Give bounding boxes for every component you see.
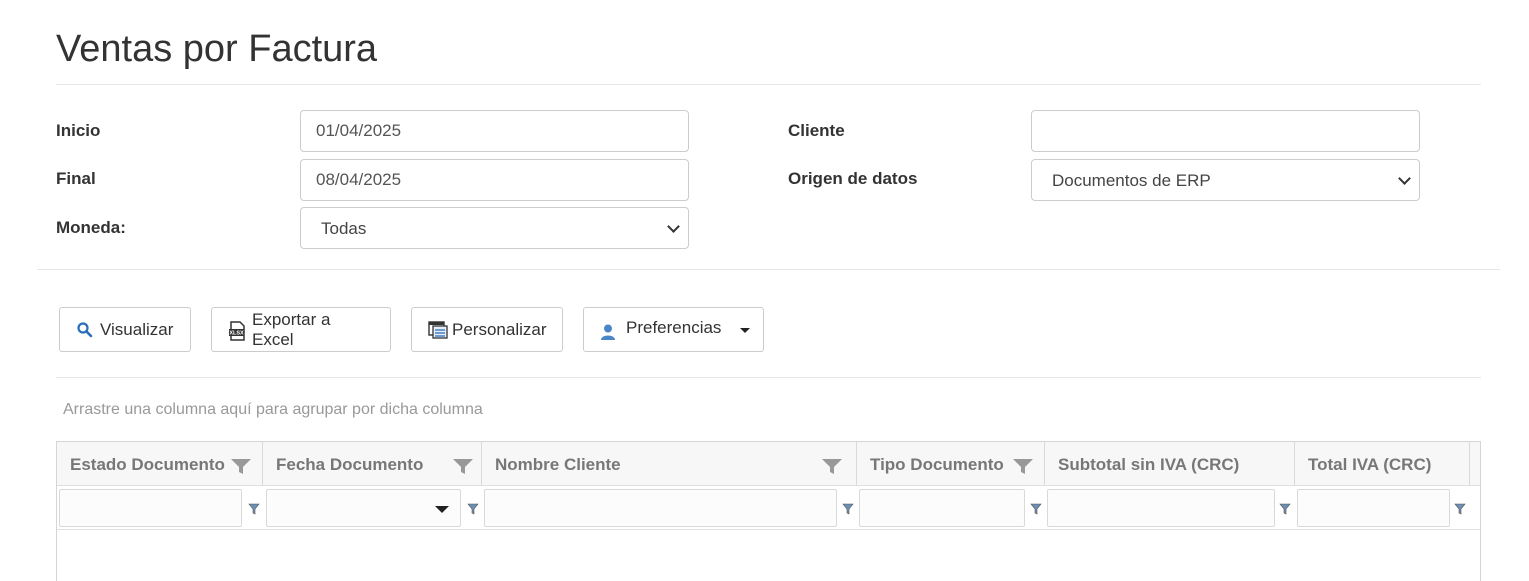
column-header-tipo-documento[interactable]: Tipo Documento — [857, 442, 1045, 486]
column-header-label: Fecha Documento — [276, 455, 424, 474]
inicio-date-input[interactable] — [300, 110, 689, 152]
chevron-down-icon — [667, 220, 680, 233]
title-divider — [56, 84, 1481, 85]
toolbar-divider — [56, 377, 1481, 378]
filter-input-nombre-cliente[interactable] — [484, 489, 837, 527]
origen-label: Origen de datos — [788, 169, 918, 188]
filter-input-tipo-documento[interactable] — [859, 489, 1025, 527]
visualizar-label: Visualizar — [100, 319, 174, 339]
final-label: Final — [56, 169, 96, 188]
table-settings-icon — [428, 320, 448, 339]
inicio-label: Inicio — [56, 121, 101, 140]
visualizar-button[interactable]: Visualizar — [59, 307, 191, 352]
personalizar-label: Personalizar — [452, 319, 547, 339]
search-icon — [76, 321, 94, 339]
column-header-label: Subtotal sin IVA (CRC) — [1058, 455, 1240, 474]
preferencias-dropdown-button[interactable]: Preferencias — [583, 307, 764, 352]
column-header-nombre-cliente[interactable]: Nombre Cliente — [482, 442, 857, 486]
cliente-label: Cliente — [788, 121, 845, 140]
filter-options-icon[interactable] — [248, 502, 260, 516]
chevron-down-icon — [1398, 172, 1411, 185]
page-title: Ventas por Factura — [56, 28, 378, 70]
preferencias-label: Preferencias — [626, 317, 722, 337]
column-header-subtotal-sin-iva[interactable]: Subtotal sin IVA (CRC) — [1045, 442, 1295, 486]
form-divider — [37, 269, 1500, 270]
filter-options-icon[interactable] — [1454, 502, 1466, 516]
filter-input-total-iva[interactable] — [1297, 489, 1450, 527]
filter-options-icon[interactable] — [842, 502, 854, 516]
filter-icon[interactable] — [821, 458, 843, 474]
filter-dropdown-fecha-documento[interactable] — [266, 489, 461, 527]
column-header-total-iva[interactable]: Total IVA (CRC) — [1295, 442, 1470, 486]
filter-input-subtotal-sin-iva[interactable] — [1047, 489, 1275, 527]
column-header-label: Nombre Cliente — [495, 455, 621, 474]
filter-options-icon[interactable] — [1279, 502, 1291, 516]
filter-options-icon[interactable] — [467, 502, 479, 516]
data-grid: Estado Documento Fecha Documento Nombre … — [56, 441, 1481, 581]
caret-down-icon — [435, 506, 449, 513]
column-header-fecha-documento[interactable]: Fecha Documento — [263, 442, 482, 486]
moneda-label: Moneda: — [56, 218, 126, 237]
filter-icon[interactable] — [1012, 458, 1034, 474]
column-header-estado-documento[interactable]: Estado Documento — [57, 442, 263, 486]
origen-datos-select[interactable]: Documentos de ERP — [1031, 159, 1420, 201]
moneda-select[interactable]: Todas — [300, 207, 689, 249]
grid-header-row: Estado Documento Fecha Documento Nombre … — [57, 442, 1480, 486]
filter-icon[interactable] — [230, 458, 252, 474]
personalizar-button[interactable]: Personalizar — [411, 307, 563, 352]
filter-input-estado-documento[interactable] — [59, 489, 242, 527]
exportar-excel-button[interactable]: XLSX Exportar a Excel — [211, 307, 391, 352]
cliente-input[interactable] — [1031, 110, 1420, 152]
filter-icon[interactable] — [452, 458, 474, 474]
user-icon — [600, 323, 618, 341]
excel-file-icon: XLSX — [228, 320, 246, 341]
origen-selected-value: Documentos de ERP — [1052, 171, 1211, 190]
final-date-input[interactable] — [300, 159, 689, 201]
column-header-label: Tipo Documento — [870, 455, 1004, 474]
column-header-label: Total IVA (CRC) — [1308, 455, 1432, 474]
group-by-hint: Arrastre una columna aquí para agrupar p… — [63, 401, 483, 418]
column-header-label: Estado Documento — [70, 455, 225, 474]
grid-filter-row — [57, 486, 1480, 530]
caret-down-icon — [740, 328, 750, 333]
filter-options-icon[interactable] — [1030, 502, 1042, 516]
exportar-label: Exportar a Excel — [252, 309, 331, 349]
moneda-selected-value: Todas — [321, 219, 367, 238]
svg-text:XLSX: XLSX — [229, 330, 244, 336]
